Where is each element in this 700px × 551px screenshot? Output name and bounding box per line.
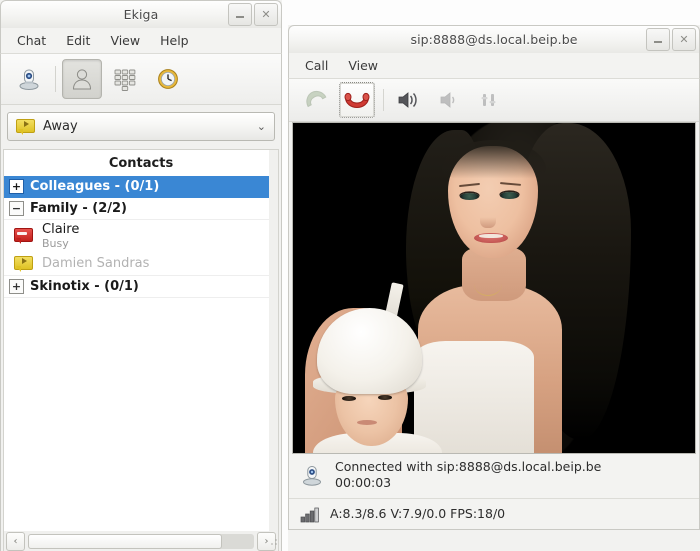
call-window-body: Connected with sip:8888@ds.local.beip.be… (288, 79, 700, 530)
chevron-down-icon: ⌄ (256, 120, 266, 133)
contact-name: Claire (42, 222, 80, 237)
video-eye-left (460, 192, 479, 200)
group-label: Colleagues - (0/1) (30, 179, 160, 194)
audio-video-settings-button[interactable] (472, 83, 506, 117)
call-duration: 00:00:03 (335, 475, 392, 491)
levels-settings-icon (481, 94, 496, 106)
hangup-call-button[interactable] (339, 82, 375, 118)
call-window-controls: ✕ (646, 28, 696, 51)
expander-minus-icon[interactable]: − (9, 201, 24, 216)
call-history-button[interactable] (148, 59, 188, 99)
presence-status-row: Away ⌄ (1, 105, 281, 149)
status-combo[interactable]: Away ⌄ (7, 112, 275, 141)
group-label: Skinotix - (0/1) (30, 278, 139, 294)
menu-view[interactable]: View (339, 55, 387, 76)
contact-group-family[interactable]: − Family - (2/2) (4, 198, 278, 220)
menu-help[interactable]: Help (151, 30, 198, 51)
main-menubar: Chat Edit View Help (0, 28, 282, 54)
call-stats-bar: A:8.3/8.6 V:7.9/0.0 FPS:18/0 (289, 498, 699, 529)
close-icon: ✕ (261, 8, 271, 21)
call-status-line-connected: Connected with sip:8888@ds.local.beip.be (335, 459, 602, 474)
main-window-body: Away ⌄ Contacts + Colleagues - (0/1) − F… (0, 54, 282, 551)
contacts-vertical-scrollbar[interactable] (269, 150, 278, 531)
contacts-list-pane[interactable]: Contacts + Colleagues - (0/1) − Family -… (3, 149, 279, 531)
contacts-button[interactable] (62, 59, 102, 99)
close-icon: ✕ (679, 33, 689, 46)
video-necklace (473, 272, 503, 296)
main-window-title: Ekiga (123, 7, 159, 22)
contact-group-colleagues[interactable]: + Colleagues - (0/1) (4, 176, 278, 198)
phone-call-icon (306, 90, 327, 108)
away-bubble-icon (16, 118, 35, 135)
scrollbar-thumb[interactable] (28, 534, 223, 549)
person-icon (72, 69, 92, 90)
scrollbar-trough[interactable] (28, 534, 254, 549)
contact-group-skinotix[interactable]: + Skinotix - (0/1) (4, 276, 278, 298)
contacts-header: Contacts (4, 150, 278, 176)
call-toolbar-separator (383, 89, 384, 111)
minimize-icon (236, 16, 244, 18)
contact-presence: Busy (42, 236, 69, 250)
menu-chat[interactable]: Chat (8, 30, 55, 51)
away-bubble-icon (14, 255, 33, 272)
remote-video-view[interactable] (292, 122, 696, 454)
desktop: Ekiga ✕ Chat Edit View Help Away ⌄ Conta… (0, 0, 700, 551)
minimize-icon (654, 41, 662, 43)
scroll-left-button[interactable]: ‹ (6, 532, 25, 551)
call-status-bar: Connected with sip:8888@ds.local.beip.be… (289, 454, 699, 499)
video-nose (480, 210, 497, 228)
group-label: Family - (2/2) (30, 201, 127, 216)
call-stats-text: A:8.3/8.6 V:7.9/0.0 FPS:18/0 (330, 506, 506, 521)
signal-bars-icon (300, 507, 319, 522)
webcam-icon (19, 69, 39, 90)
microphone-icon (440, 92, 455, 108)
contact-row-claire[interactable]: Claire Busy (4, 220, 278, 253)
status-combo-value: Away (43, 119, 78, 134)
place-call-button[interactable] (299, 83, 333, 117)
clock-history-icon (158, 69, 178, 89)
contact-texts: Damien Sandras (42, 255, 150, 272)
webcam-video-button[interactable] (9, 59, 49, 99)
call-close-button[interactable]: ✕ (672, 28, 696, 51)
call-window: sip:8888@ds.local.beip.be ✕ Call View Co… (288, 25, 700, 551)
menu-edit[interactable]: Edit (57, 30, 99, 51)
main-window-controls: ✕ (228, 3, 278, 26)
toolbar-separator (55, 66, 56, 92)
call-titlebar[interactable]: sip:8888@ds.local.beip.be ✕ (288, 25, 700, 53)
microphone-button[interactable] (432, 83, 466, 117)
video-frame-content (293, 123, 695, 453)
menu-view[interactable]: View (101, 30, 149, 51)
contacts-horizontal-scrollbar[interactable]: ‹ › (3, 531, 279, 551)
main-toolbar (1, 54, 281, 105)
busy-bubble-icon (14, 228, 33, 245)
speaker-volume-icon (398, 92, 417, 108)
call-minimize-button[interactable] (646, 28, 670, 51)
call-toolbar (289, 79, 699, 122)
video-white-top (413, 340, 535, 453)
contact-name: Damien Sandras (42, 255, 150, 271)
main-titlebar[interactable]: Ekiga ✕ (0, 0, 282, 28)
dialpad-button[interactable] (105, 59, 145, 99)
menu-call[interactable]: Call (296, 55, 337, 76)
webcam-icon (303, 466, 321, 486)
hangup-phone-icon (344, 92, 370, 109)
video-teeth (478, 233, 503, 239)
video-baby-eye-left (342, 395, 357, 401)
expander-plus-icon[interactable]: + (9, 278, 24, 294)
dialpad-icon (114, 69, 136, 91)
main-close-button[interactable]: ✕ (254, 3, 278, 26)
video-baby-mouth (357, 420, 378, 425)
resize-grip-icon[interactable] (266, 536, 278, 548)
call-status-texts: Connected with sip:8888@ds.local.beip.be… (335, 459, 601, 492)
expander-plus-icon[interactable]: + (9, 179, 24, 194)
contact-row-damien-sandras[interactable]: Damien Sandras (4, 253, 278, 276)
contact-texts: Claire Busy (42, 222, 80, 250)
speaker-volume-button[interactable] (392, 83, 426, 117)
ekiga-main-window: Ekiga ✕ Chat Edit View Help Away ⌄ Conta… (0, 0, 282, 551)
main-minimize-button[interactable] (228, 3, 252, 26)
call-menubar: Call View (288, 53, 700, 79)
call-window-title: sip:8888@ds.local.beip.be (410, 32, 578, 47)
